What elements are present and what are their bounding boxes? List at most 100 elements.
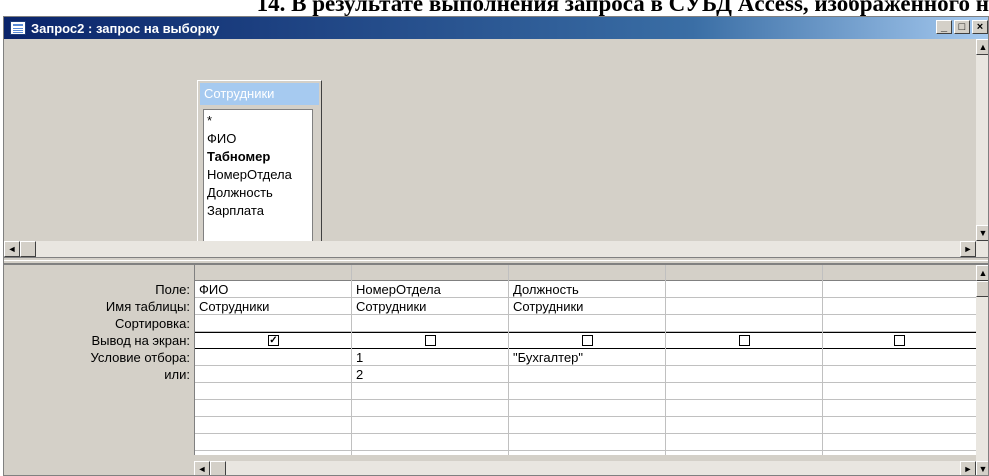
row-label-show: Вывод на экран: (91, 333, 190, 348)
grid-cell-empty[interactable] (352, 434, 508, 451)
column-selector[interactable] (509, 265, 665, 281)
grid-cell-sort[interactable] (352, 315, 508, 332)
grid-cell-or[interactable] (823, 366, 976, 383)
grid-cell-table[interactable] (666, 298, 822, 315)
grid-cell-empty[interactable] (666, 383, 822, 400)
grid-cell-field[interactable] (666, 281, 822, 298)
grid-cell-field[interactable]: НомерОтдела (352, 281, 508, 298)
minimize-button[interactable]: _ (936, 20, 952, 34)
grid-cell-or[interactable] (195, 366, 351, 383)
grid-cell-show[interactable] (666, 332, 822, 349)
query-window: Запрос2 : запрос на выборку _ □ × Сотруд… (3, 16, 989, 476)
scroll-thumb[interactable] (210, 461, 226, 475)
grid-cell-or[interactable]: 2 (352, 366, 508, 383)
scroll-right-icon[interactable]: ► (960, 241, 976, 257)
column-selector[interactable] (823, 265, 976, 281)
scroll-thumb[interactable] (976, 281, 988, 297)
grid-cell-empty[interactable] (509, 417, 665, 434)
grid-cell-sort[interactable] (195, 315, 351, 332)
field-item[interactable]: Зарплата (207, 202, 309, 220)
grid-cell-empty[interactable] (195, 434, 351, 451)
grid-cell-criteria[interactable] (823, 349, 976, 366)
grid-column: Должность Сотрудники "Бухгалтер" (509, 265, 666, 455)
grid-cell-sort[interactable] (509, 315, 665, 332)
grid-cell-table[interactable] (823, 298, 976, 315)
grid-cell-empty[interactable] (509, 434, 665, 451)
upper-horizontal-scrollbar[interactable]: ◄ ► (4, 241, 976, 257)
grid-cell-criteria[interactable] (666, 349, 822, 366)
checkbox[interactable] (425, 335, 436, 346)
grid-cell-empty[interactable] (666, 400, 822, 417)
grid-cell-empty[interactable] (823, 383, 976, 400)
field-item[interactable]: Должность (207, 184, 309, 202)
scroll-up-icon[interactable]: ▲ (976, 39, 988, 55)
lower-horizontal-scrollbar[interactable]: ◄ ► (194, 461, 976, 475)
checkbox[interactable] (739, 335, 750, 346)
table-name[interactable]: Сотрудники (200, 83, 319, 105)
grid-column (666, 265, 823, 455)
field-item[interactable]: НомерОтдела (207, 166, 309, 184)
grid-cell-field[interactable]: Должность (509, 281, 665, 298)
grid-cell-empty[interactable] (823, 434, 976, 451)
grid-cell-or[interactable] (509, 366, 665, 383)
title-bar[interactable]: Запрос2 : запрос на выборку _ □ × (4, 17, 988, 39)
grid-cell-empty[interactable] (195, 383, 351, 400)
scroll-thumb[interactable] (20, 241, 36, 257)
grid-cell-empty[interactable] (823, 417, 976, 434)
column-selector[interactable] (666, 265, 822, 281)
grid-cell-criteria[interactable]: "Бухгалтер" (509, 349, 665, 366)
grid-cell-empty[interactable] (509, 383, 665, 400)
column-selector[interactable] (195, 265, 351, 281)
scroll-left-icon[interactable]: ◄ (4, 241, 20, 257)
grid-cell-field[interactable] (823, 281, 976, 298)
grid-cell-empty[interactable] (823, 400, 976, 417)
field-list[interactable]: * ФИО Табномер НомерОтдела Должность Зарплата (203, 109, 313, 249)
grid-cell-show[interactable] (352, 332, 508, 349)
grid-cell-empty[interactable] (195, 400, 351, 417)
scroll-down-icon[interactable]: ▼ (976, 225, 988, 241)
checkbox-checked[interactable]: ✓ (268, 335, 279, 346)
grid-cell-table[interactable]: Сотрудники (195, 298, 351, 315)
lower-vertical-scrollbar[interactable]: ▲ ▼ (976, 265, 988, 475)
table-field-list[interactable]: Сотрудники * ФИО Табномер НомерОтдела Должно… (197, 80, 322, 256)
grid-cell-or[interactable] (666, 366, 822, 383)
grid-cell-table[interactable]: Сотрудники (509, 298, 665, 315)
scroll-left-icon[interactable]: ◄ (194, 461, 210, 475)
grid-cell-empty[interactable] (509, 400, 665, 417)
scroll-up-icon[interactable]: ▲ (976, 265, 988, 281)
grid-cell-sort[interactable] (666, 315, 822, 332)
maximize-button[interactable]: □ (954, 20, 970, 34)
grid-cell-field[interactable]: ФИО (195, 281, 351, 298)
grid-row-labels: Поле: Имя таблицы: Сортировка: Вывод на … (4, 281, 194, 383)
table-pane: Сотрудники * ФИО Табномер НомерОтдела Должно… (4, 39, 976, 257)
design-grid-pane: Поле: Имя таблицы: Сортировка: Вывод на … (4, 265, 988, 475)
column-selector[interactable] (352, 265, 508, 281)
field-item[interactable]: * (207, 112, 309, 130)
row-label-or: или: (164, 367, 190, 382)
grid-cell-criteria[interactable] (195, 349, 351, 366)
grid-cell-table[interactable]: Сотрудники (352, 298, 508, 315)
field-item[interactable]: ФИО (207, 130, 309, 148)
scroll-down-icon[interactable]: ▼ (976, 461, 988, 475)
grid-cell-empty[interactable] (352, 400, 508, 417)
grid-cell-empty[interactable] (352, 383, 508, 400)
grid-cell-criteria[interactable]: 1 (352, 349, 508, 366)
grid-cell-show[interactable] (823, 332, 976, 349)
grid-cell-sort[interactable] (823, 315, 976, 332)
grid-cell-show[interactable]: ✓ (195, 332, 351, 349)
grid-cell-empty[interactable] (666, 417, 822, 434)
grid-cell-empty[interactable] (666, 434, 822, 451)
upper-vertical-scrollbar[interactable]: ▲ ▼ (976, 39, 988, 257)
design-grid: ФИО Сотрудники ✓ НомерОтдела Сотрудники 1 2 Дол… (194, 265, 977, 455)
field-item[interactable]: Табномер (207, 148, 309, 166)
checkbox[interactable] (582, 335, 593, 346)
pane-splitter[interactable] (4, 257, 988, 265)
checkbox[interactable] (894, 335, 905, 346)
scroll-right-icon[interactable]: ► (960, 461, 976, 475)
grid-cell-empty[interactable] (352, 417, 508, 434)
grid-column (823, 265, 977, 455)
row-label-sort: Сортировка: (115, 316, 190, 331)
grid-cell-empty[interactable] (195, 417, 351, 434)
grid-cell-show[interactable] (509, 332, 665, 349)
close-button[interactable]: × (972, 20, 988, 34)
